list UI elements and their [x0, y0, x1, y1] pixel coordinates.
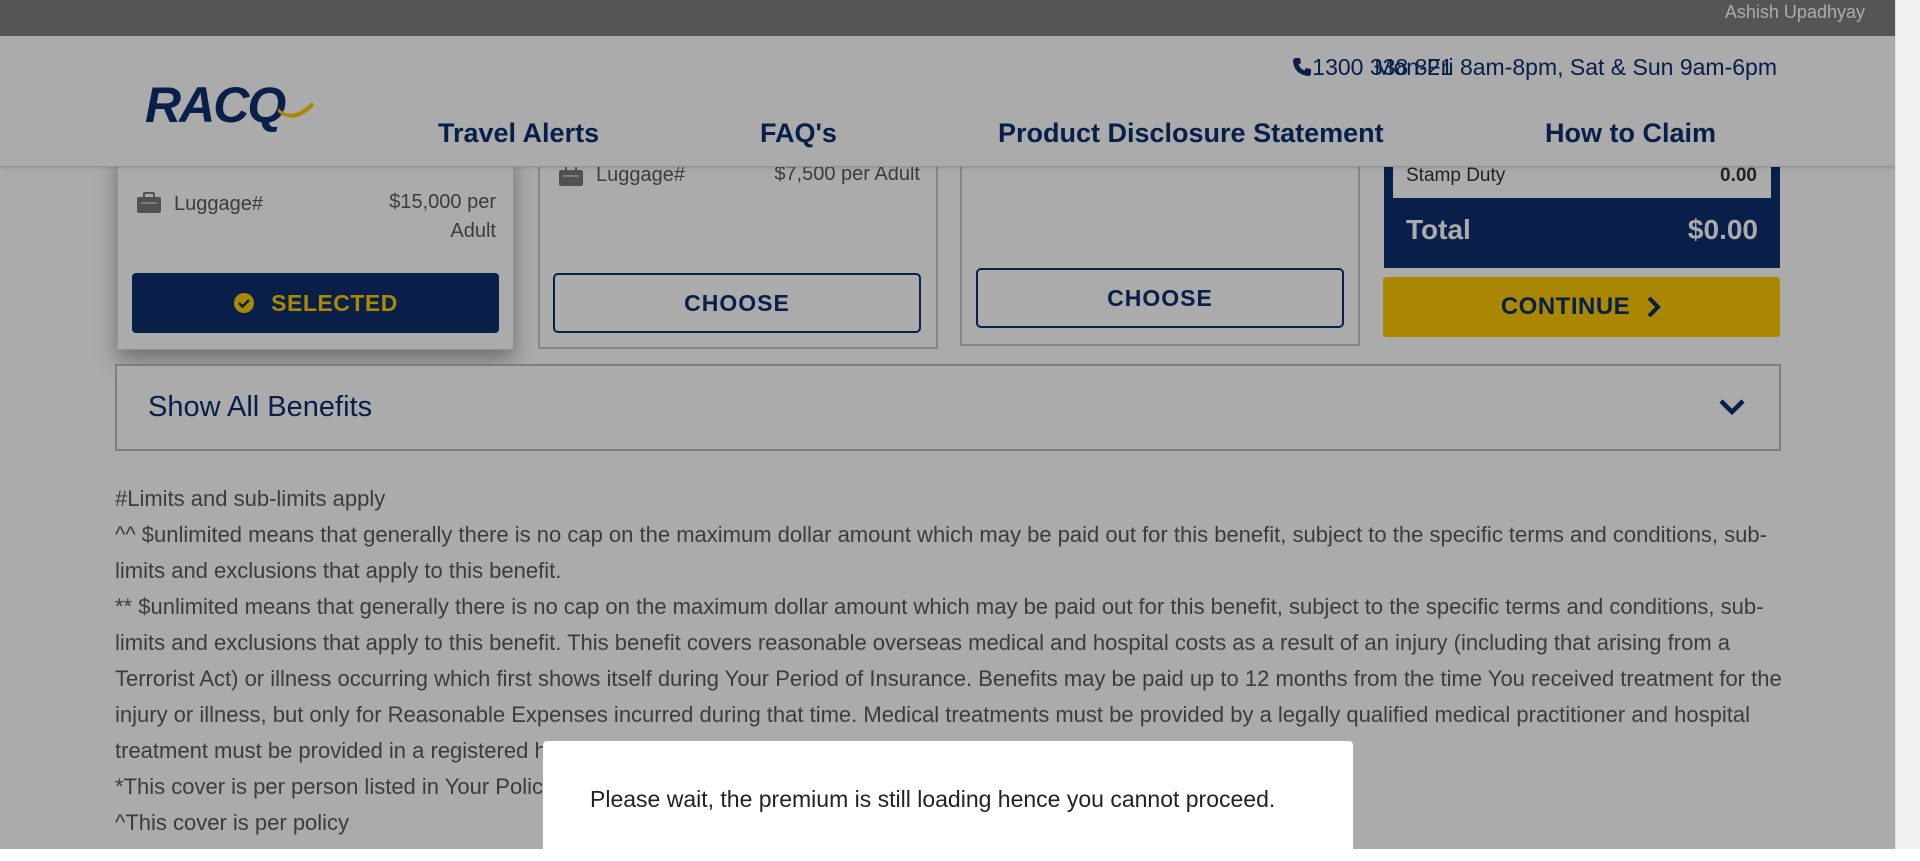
modal-backdrop — [0, 0, 1920, 849]
loading-alert-message: Please wait, the premium is still loadin… — [590, 786, 1276, 812]
page-scrollbar[interactable] — [1895, 0, 1920, 849]
